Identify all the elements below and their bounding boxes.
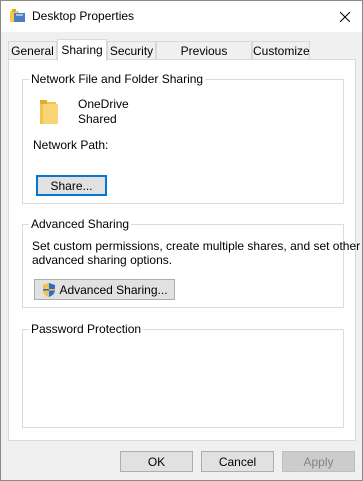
properties-window: Desktop Properties General Sharing Secur… <box>0 0 363 481</box>
tab-customize[interactable]: Customize <box>252 41 310 59</box>
network-sharing-group: Network File and Folder Sharing OneDrive… <box>22 72 344 204</box>
close-icon <box>340 11 350 22</box>
group-label: Network File and Folder Sharing <box>29 72 206 86</box>
advanced-sharing-button-label: Advanced Sharing... <box>59 282 168 297</box>
group-label: Advanced Sharing <box>29 217 132 231</box>
tab-general[interactable]: General <box>8 41 57 59</box>
group-label: Password Protection <box>29 322 144 336</box>
tab-sharing[interactable]: Sharing <box>57 39 107 61</box>
apply-button[interactable]: Apply <box>282 451 355 472</box>
cancel-button[interactable]: Cancel <box>201 451 274 472</box>
uac-shield-icon <box>43 282 56 297</box>
sharing-panel: Network File and Folder Sharing OneDrive… <box>8 59 360 441</box>
title-bar: Desktop Properties <box>1 1 362 32</box>
window-title: Desktop Properties <box>32 9 135 23</box>
advanced-sharing-description-line2: advanced sharing options. <box>32 253 173 267</box>
folder-icon <box>10 9 25 22</box>
ok-button[interactable]: OK <box>120 451 193 472</box>
shared-item-status: Shared <box>78 112 117 126</box>
folder-icon <box>40 100 58 124</box>
tab-label: Security <box>109 44 154 58</box>
tab-label: Sharing <box>61 43 103 57</box>
close-button[interactable] <box>328 1 362 32</box>
tab-previous-versions[interactable]: Previous Versions <box>156 41 252 76</box>
shared-item-name: OneDrive <box>78 97 129 111</box>
password-protection-group: Password Protection <box>22 322 344 428</box>
tab-security[interactable]: Security <box>107 41 156 59</box>
tab-strip: General Sharing Security Previous Versio… <box>8 39 356 76</box>
network-path-label: Network Path: <box>33 138 109 152</box>
tab-label: Customize <box>253 44 310 58</box>
advanced-sharing-group: Advanced Sharing Set custom permissions,… <box>22 217 360 308</box>
tab-label: General <box>11 44 54 58</box>
share-button[interactable]: Share... <box>36 175 107 196</box>
advanced-sharing-button[interactable]: Advanced Sharing... <box>34 279 175 300</box>
advanced-sharing-description-line1: Set custom permissions, create multiple … <box>32 239 361 253</box>
